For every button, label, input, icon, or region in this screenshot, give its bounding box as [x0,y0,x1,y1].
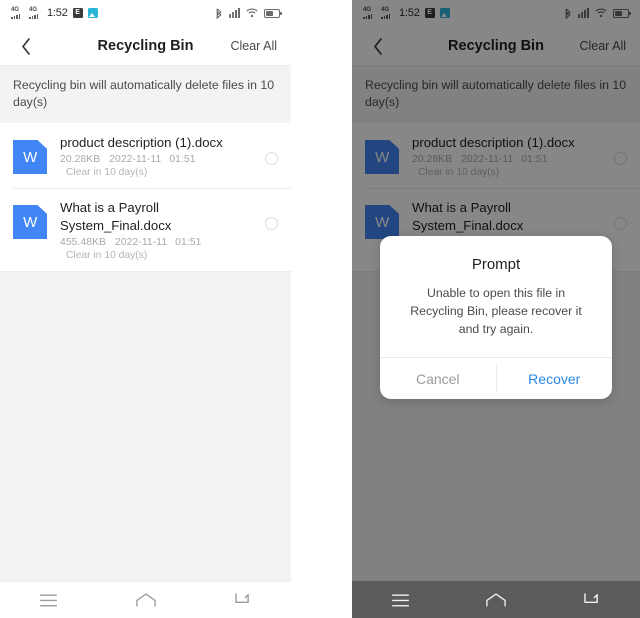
menu-icon [391,593,409,606]
file-time: 01:51 [169,154,196,165]
file-info: product description (1).docx 20.28KB 202… [47,134,265,178]
word-file-icon: W [13,140,47,174]
system-nav-bar [352,581,640,618]
recents-button[interactable] [377,585,423,615]
cancel-button[interactable]: Cancel [380,358,496,399]
dialog-title: Prompt [471,256,521,273]
recents-button[interactable] [26,585,72,615]
signal-4g-icon: 4G [11,7,24,19]
list-empty-area [0,271,291,581]
file-clear-countdown: Clear in 10 day(s) [66,250,148,261]
word-file-icon: W [13,205,47,239]
file-info: What is a Payroll System_Final.docx 455.… [47,199,265,261]
auto-delete-banner: Recycling bin will automatically delete … [0,66,291,123]
file-time: 01:51 [175,237,202,248]
battery-icon [264,8,282,18]
file-select-radio[interactable] [265,152,278,165]
file-size: 455.48KB [60,237,107,248]
screenshot-stage: 4G 4G 1:52 E Recycling Bin Clear All Rec… [0,0,640,618]
bluetooth-icon [215,8,223,19]
file-clear-countdown: Clear in 10 day(s) [66,167,148,178]
file-meta: 20.28KB 2022-11-11 01:51 [60,154,257,165]
dialog-message: Unable to open this file in Recycling Bi… [410,286,582,336]
wifi-icon [246,8,258,18]
app-screen: 4G 4G 1:52 E Recycling Bin Clear All Rec… [0,0,291,618]
file-name: What is a Payroll System_Final.docx [60,200,172,233]
recover-button[interactable]: Recover [497,358,613,399]
app-badge-icon: E [72,8,83,18]
back-nav-button[interactable] [220,585,266,615]
file-select-radio[interactable] [265,217,278,230]
app-bar: Recycling Bin Clear All [0,26,291,66]
list-item[interactable]: W What is a Payroll System_Final.docx 45… [0,188,291,271]
system-nav-bar [0,581,291,618]
file-size: 20.28KB [60,154,101,165]
home-button[interactable] [473,585,519,615]
back-nav-button[interactable] [569,585,615,615]
dialog-actions: Cancel Recover [380,357,612,399]
file-date: 2022-11-11 [109,154,162,165]
back-arrow-icon [584,593,598,604]
home-icon [135,593,156,607]
list-item[interactable]: W product description (1).docx 20.28KB 2… [0,123,291,188]
status-bar-right [215,8,282,19]
status-bar-clock: 1:52 [47,7,68,19]
home-button[interactable] [123,585,169,615]
phone-panel-left: 4G 4G 1:52 E Recycling Bin Clear All Rec… [0,0,291,618]
file-list: W product description (1).docx 20.28KB 2… [0,123,291,581]
back-button[interactable] [14,34,38,58]
file-date: 2022-11-11 [115,237,168,248]
home-icon [486,593,506,607]
file-name: product description (1).docx [60,135,223,150]
file-meta: 455.48KB 2022-11-11 01:51 [60,237,257,248]
status-bar: 4G 4G 1:52 E [0,0,291,26]
prompt-dialog: Prompt Unable to open this file in Recyc… [380,236,612,399]
signal-4g-icon-2: 4G [29,7,42,19]
phone-panel-right: 4G 4G 1:52 E Recycling Bin Clear All Rec… [352,0,640,618]
clear-all-button[interactable]: Clear All [230,39,277,53]
app-bar-divider [0,65,291,66]
status-bar-left: 4G 4G 1:52 E [11,7,98,19]
signal-bars-icon [229,8,240,18]
camera-badge-icon [87,8,98,18]
back-arrow-icon [234,593,249,604]
menu-icon [40,593,57,606]
